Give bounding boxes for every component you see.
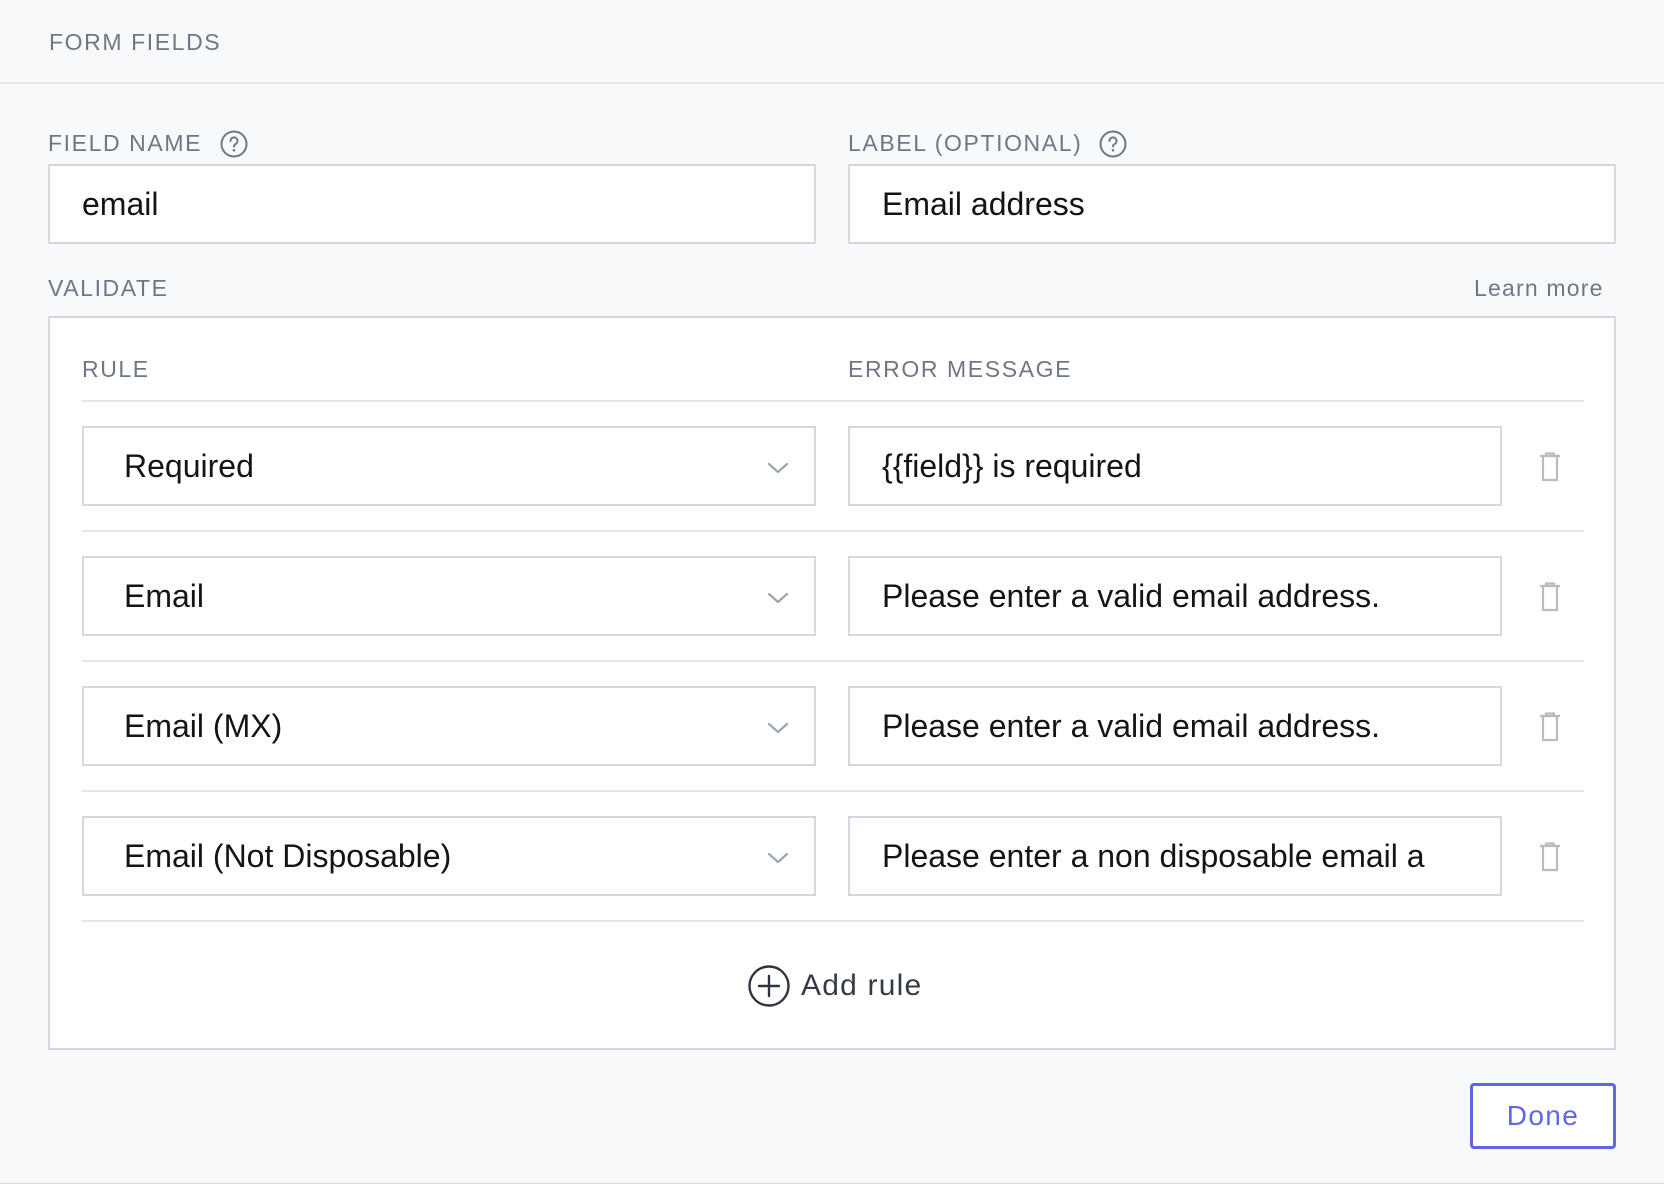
divider — [82, 400, 1584, 402]
rule-select-value: Email — [124, 577, 205, 614]
question-circle-icon[interactable] — [1098, 129, 1128, 159]
form-fields-panel: FORM FIELDS FIELD NAME email LABEL (OPTI… — [0, 0, 1664, 1184]
divider — [82, 920, 1584, 922]
rule-select-required[interactable]: Required — [82, 426, 816, 506]
validate-label: VALIDATE — [48, 275, 169, 301]
trash-icon[interactable] — [1538, 842, 1562, 872]
error-message-input[interactable]: Please enter a non disposable email a — [848, 816, 1502, 896]
done-button[interactable]: Done — [1470, 1083, 1616, 1149]
panel-title: FORM FIELDS — [49, 29, 222, 55]
error-message-value: Please enter a valid email address. — [882, 707, 1381, 744]
plus-circle-icon — [748, 965, 790, 1007]
divider — [82, 530, 1584, 532]
rule-select-value: Required — [124, 447, 254, 484]
question-circle-icon[interactable] — [219, 129, 249, 159]
rule-select-value: Email (MX) — [124, 707, 283, 744]
panel-header: FORM FIELDS — [0, 0, 1664, 84]
rule-select-value: Email (Not Disposable) — [124, 837, 452, 874]
validate-rules-box: RULE ERROR MESSAGE Required {{field}} is… — [48, 316, 1616, 1050]
learn-more-link[interactable]: Learn more — [1474, 275, 1604, 302]
chevron-down-icon — [767, 722, 789, 734]
label-input[interactable]: Email address — [848, 164, 1616, 244]
trash-icon[interactable] — [1538, 582, 1562, 612]
field-name-input[interactable]: email — [48, 164, 816, 244]
label-optional-label: LABEL (OPTIONAL) — [848, 130, 1083, 156]
error-message-value: {{field}} is required — [882, 447, 1142, 484]
field-name-value: email — [82, 185, 159, 222]
error-message-column-header: ERROR MESSAGE — [848, 356, 1073, 382]
rule-select-email-mx[interactable]: Email (MX) — [82, 686, 816, 766]
error-message-input[interactable]: Please enter a valid email address. — [848, 556, 1502, 636]
chevron-down-icon — [767, 852, 789, 864]
divider — [82, 790, 1584, 792]
error-message-input[interactable]: Please enter a valid email address. — [848, 686, 1502, 766]
add-rule-button[interactable]: Add rule — [747, 964, 922, 1008]
add-rule-label: Add rule — [801, 969, 923, 1002]
field-name-label: FIELD NAME — [48, 130, 203, 156]
error-message-value: Please enter a valid email address. — [882, 577, 1381, 614]
divider — [82, 660, 1584, 662]
chevron-down-icon — [767, 462, 789, 474]
chevron-down-icon — [767, 592, 789, 604]
rule-select-email-not-disposable[interactable]: Email (Not Disposable) — [82, 816, 816, 896]
trash-icon[interactable] — [1538, 712, 1562, 742]
error-message-value: Please enter a non disposable email a — [882, 837, 1425, 874]
rule-column-header: RULE — [82, 356, 150, 382]
rule-select-email[interactable]: Email — [82, 556, 816, 636]
trash-icon[interactable] — [1538, 452, 1562, 482]
label-value: Email address — [882, 185, 1085, 222]
error-message-input[interactable]: {{field}} is required — [848, 426, 1502, 506]
